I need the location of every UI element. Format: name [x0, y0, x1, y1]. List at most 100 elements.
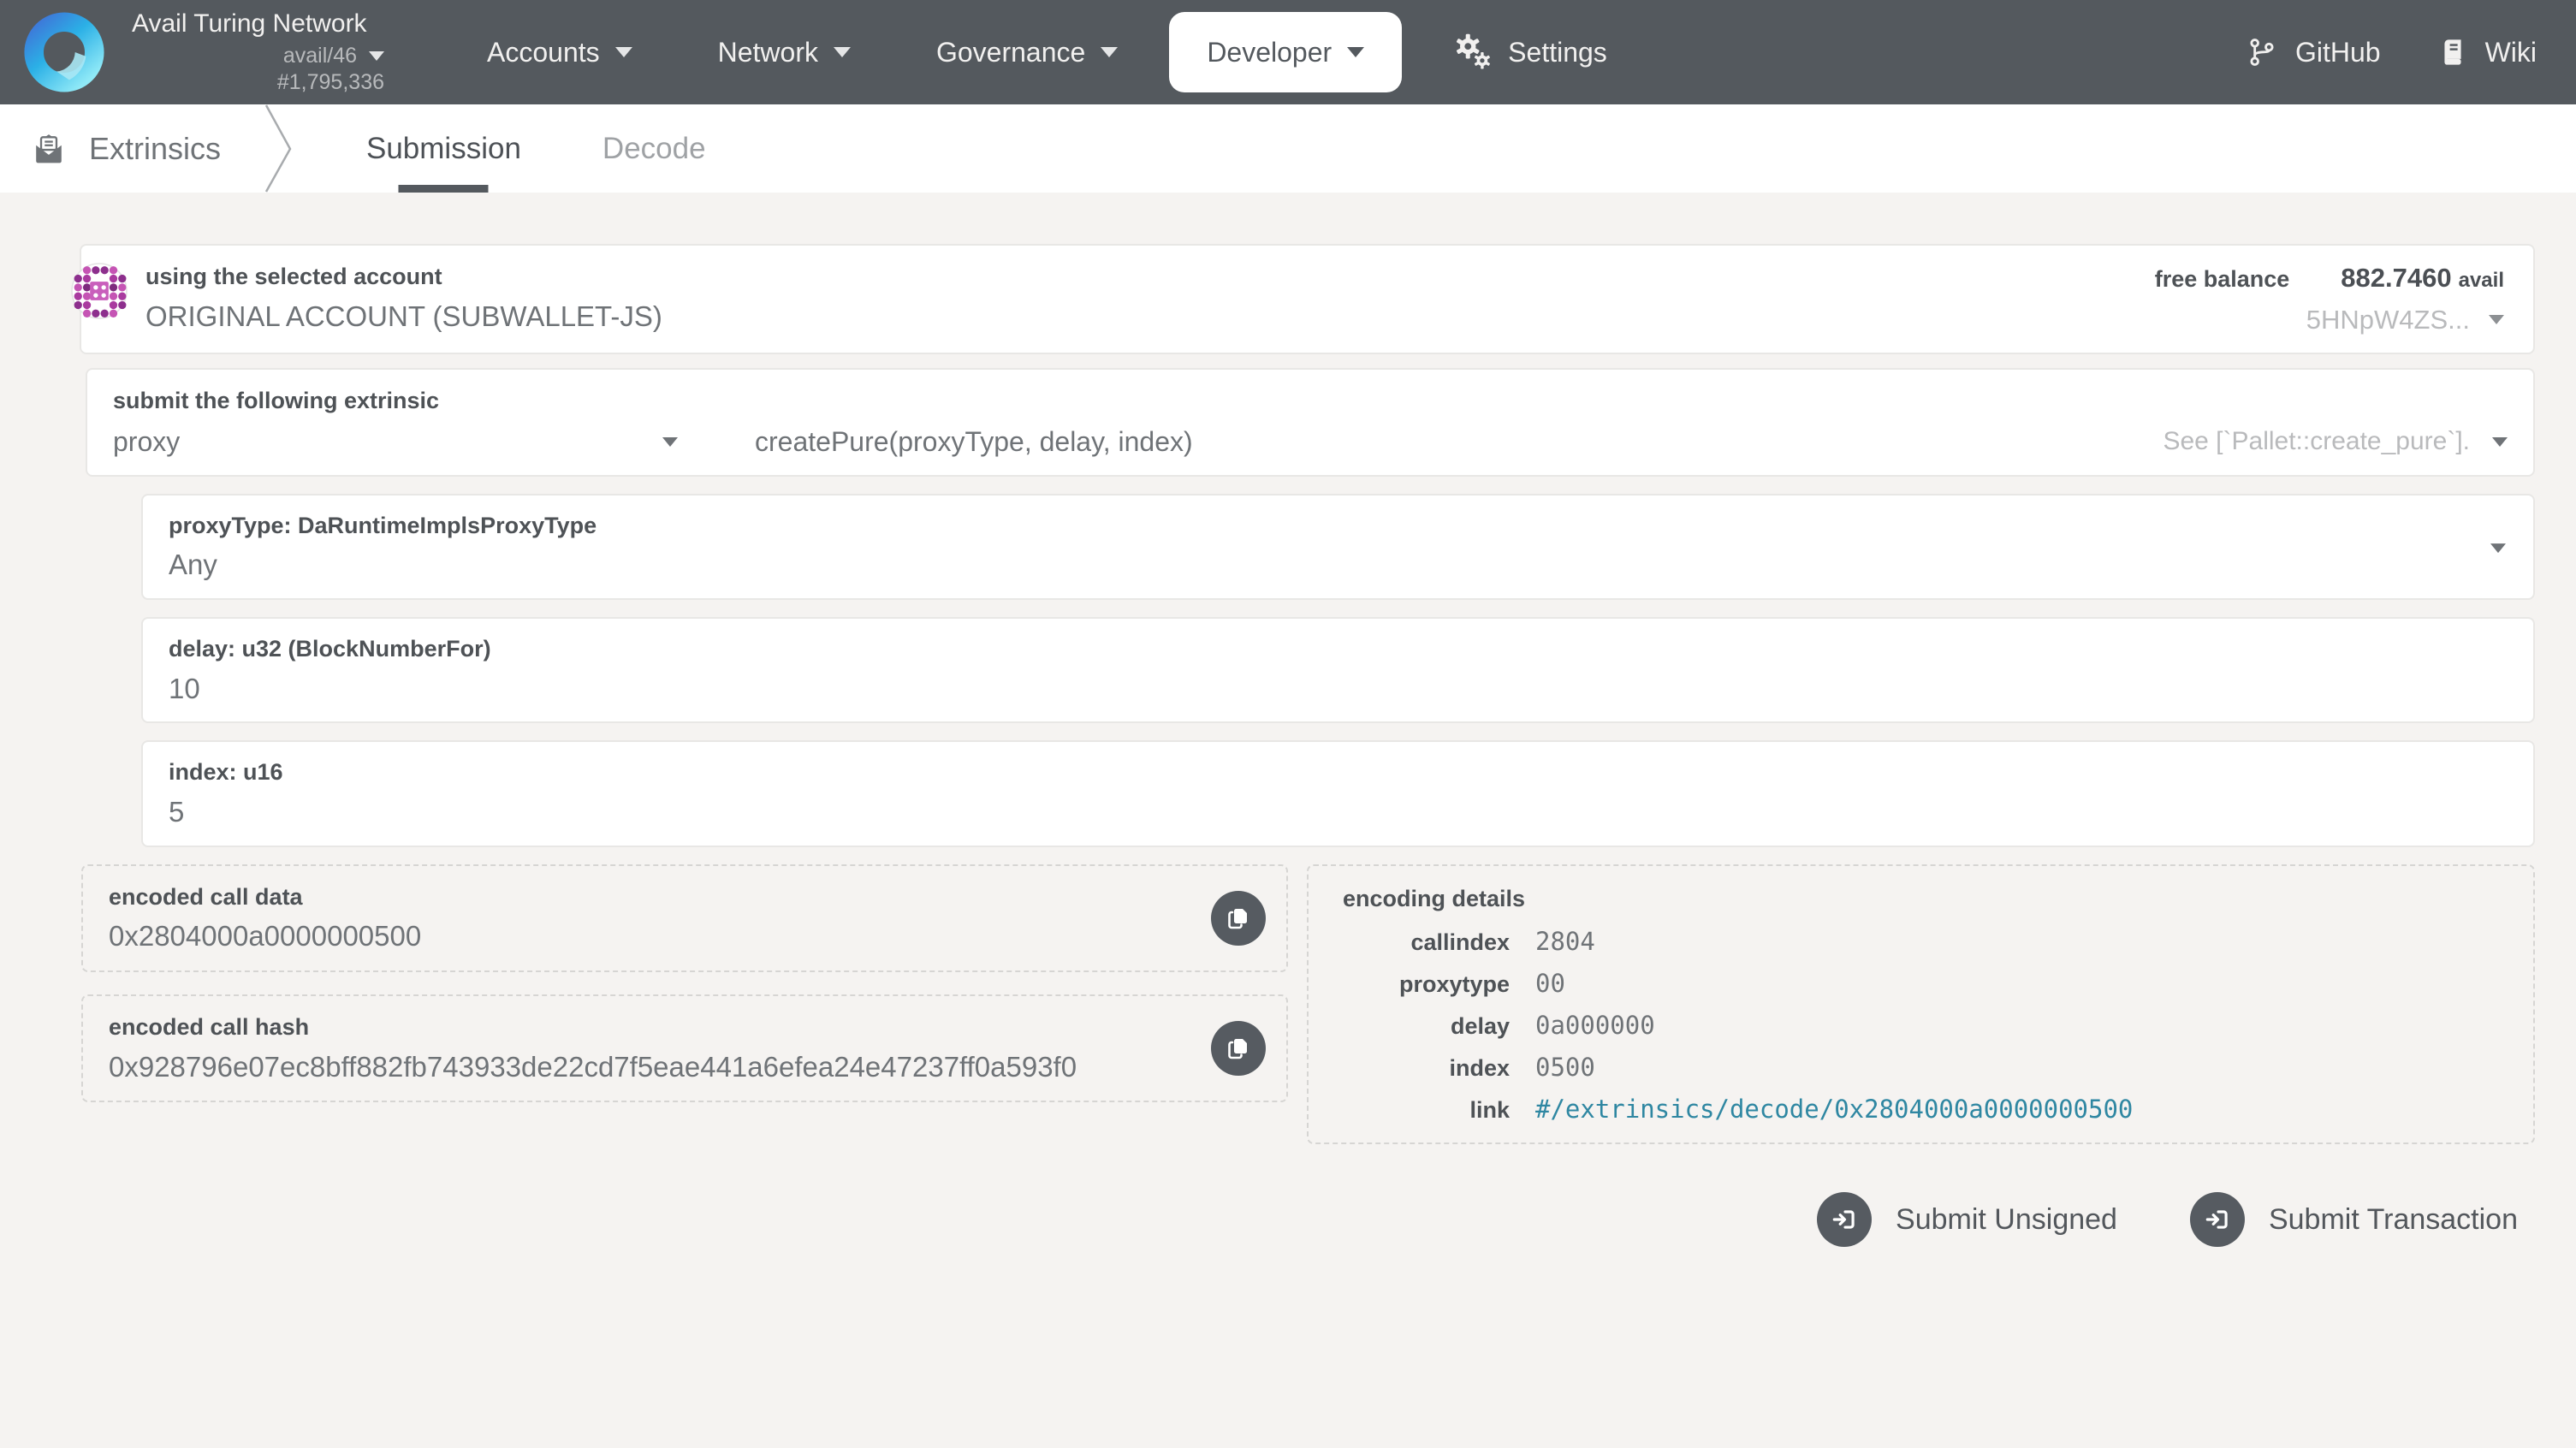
encoded-call-hash-label: encoded call hash — [109, 1013, 1261, 1042]
avail-logo-icon[interactable] — [22, 10, 106, 94]
pallet-select[interactable]: proxy — [113, 426, 678, 458]
free-balance-label: free balance — [2155, 265, 2290, 294]
chevron-down-icon[interactable] — [369, 51, 384, 61]
detail-label-index: index — [1343, 1055, 1510, 1082]
copy-call-data-button[interactable] — [1211, 891, 1266, 946]
book-icon — [2437, 37, 2468, 68]
param-value[interactable]: Any — [169, 548, 2508, 582]
chevron-down-icon[interactable] — [2490, 543, 2506, 553]
chain-spec: avail/46 — [283, 44, 357, 68]
nav-label: Network — [718, 37, 818, 68]
main-nav: Accounts Network Governance Developer — [444, 0, 1650, 104]
nav-item-governance[interactable]: Governance — [893, 0, 1160, 104]
selected-account-card[interactable]: using the selected account ORIGINAL ACCO… — [80, 244, 2535, 354]
section-extrinsics: Extrinsics — [0, 104, 257, 193]
account-info: using the selected account ORIGINAL ACCO… — [145, 263, 662, 335]
encoded-section: encoded call data 0x2804000a0000000500 e… — [81, 864, 2535, 1145]
section-title: Extrinsics — [89, 131, 221, 167]
param-delay[interactable]: delay: u32 (BlockNumberFor) 10 — [141, 617, 2535, 723]
nav-item-settings[interactable]: Settings — [1410, 0, 1650, 104]
nav-item-developer[interactable]: Developer — [1169, 12, 1402, 92]
detail-value-index: 0500 — [1535, 1053, 2499, 1082]
github-link[interactable]: GitHub — [2246, 36, 2381, 68]
balance-unit: avail — [2459, 269, 2504, 292]
param-value[interactable]: 5 — [169, 795, 2508, 829]
copy-icon — [1225, 1035, 1252, 1062]
extrinsic-label: submit the following extrinsic — [113, 387, 2508, 416]
github-label: GitHub — [2295, 37, 2381, 68]
decode-link[interactable]: #/extrinsics/decode/0x2804000a0000000500 — [1535, 1095, 2499, 1124]
tabs: Submission Decode — [366, 104, 706, 193]
method-select[interactable]: createPure(proxyType, delay, index) See … — [755, 426, 2508, 458]
mail-envelope-icon — [33, 133, 65, 165]
submit-actions: Submit Unsigned Submit Transaction — [80, 1192, 2535, 1247]
submit-unsigned-label: Submit Unsigned — [1896, 1203, 2117, 1237]
tab-submission[interactable]: Submission — [366, 104, 521, 193]
encoded-call-data-box: encoded call data 0x2804000a0000000500 — [81, 864, 1288, 972]
chevron-down-icon — [662, 437, 678, 447]
detail-value-delay: 0a000000 — [1535, 1011, 2499, 1040]
extrinsic-selection-card: submit the following extrinsic proxy cre… — [86, 368, 2535, 477]
sign-in-icon — [1817, 1192, 1872, 1247]
copy-icon — [1225, 905, 1252, 932]
encoded-call-hash-box: encoded call hash 0x928796e07ec8bff882fb… — [81, 994, 1288, 1102]
extrinsic-params: proxyType: DaRuntimeImplsProxyType Any d… — [141, 494, 2535, 847]
network-name: Avail Turing Network — [132, 9, 384, 39]
network-info[interactable]: Avail Turing Network avail/46 #1,795,336 — [132, 9, 384, 95]
detail-value-callindex: 2804 — [1535, 927, 2499, 956]
detail-label-link: link — [1343, 1097, 1510, 1124]
param-label: delay: u32 (BlockNumberFor) — [169, 635, 2508, 664]
chevron-down-icon — [2492, 437, 2508, 447]
submit-transaction-label: Submit Transaction — [2269, 1203, 2518, 1237]
git-branch-icon — [2246, 36, 2278, 68]
wiki-link[interactable]: Wiki — [2437, 37, 2537, 68]
gear-icon — [1453, 33, 1493, 72]
wiki-label: Wiki — [2485, 37, 2537, 68]
detail-label-delay: delay — [1343, 1013, 1510, 1040]
account-address-dropdown[interactable]: 5HNpW4ZS... — [2155, 305, 2504, 335]
account-balance-block: free balance 882.7460avail 5HNpW4ZS... — [2155, 263, 2508, 335]
account-address-short: 5HNpW4ZS... — [2306, 305, 2470, 335]
param-label: index: u16 — [169, 758, 2508, 787]
chevron-down-icon — [834, 47, 851, 57]
chevron-down-icon — [2489, 315, 2504, 324]
submit-unsigned-button[interactable]: Submit Unsigned — [1817, 1192, 2117, 1247]
app-window: Avail Turing Network avail/46 #1,795,336… — [0, 0, 2576, 1448]
param-index[interactable]: index: u16 5 — [141, 740, 2535, 846]
account-label: using the selected account — [145, 263, 662, 292]
block-number: #1,795,336 — [277, 70, 384, 95]
pallet-value: proxy — [113, 426, 180, 458]
param-value[interactable]: 10 — [169, 672, 2508, 706]
top-navbar: Avail Turing Network avail/46 #1,795,336… — [0, 0, 2576, 104]
submit-transaction-button[interactable]: Submit Transaction — [2190, 1192, 2518, 1247]
encoding-details-title: encoding details — [1343, 885, 2499, 914]
encoded-call-hash-value: 0x928796e07ec8bff882fb743933de22cd7f5eae… — [109, 1050, 1261, 1084]
copy-call-hash-button[interactable] — [1211, 1021, 1266, 1076]
chevron-down-icon — [1347, 47, 1364, 57]
nav-label: Developer — [1207, 37, 1332, 68]
detail-label-callindex: callindex — [1343, 929, 1510, 956]
account-identicon[interactable] — [71, 263, 128, 319]
free-balance-value: 882.7460avail — [2341, 263, 2504, 294]
chevron-down-icon — [1101, 47, 1118, 57]
nav-item-accounts[interactable]: Accounts — [444, 0, 675, 104]
sign-in-icon — [2190, 1192, 2245, 1247]
account-name: ORIGINAL ACCOUNT (SUBWALLET-JS) — [145, 300, 662, 334]
header-external-links: GitHub Wiki — [2246, 36, 2576, 68]
detail-value-proxytype: 00 — [1535, 969, 2499, 998]
tab-decode[interactable]: Decode — [602, 104, 706, 193]
encoding-details-box: encoding details callindex 2804 proxytyp… — [1307, 864, 2535, 1145]
param-label: proxyType: DaRuntimeImplsProxyType — [169, 512, 2508, 541]
tab-bar: Extrinsics Submission Decode — [0, 104, 2576, 193]
param-proxytype[interactable]: proxyType: DaRuntimeImplsProxyType Any — [141, 494, 2535, 600]
encoded-call-data-label: encoded call data — [109, 883, 1261, 912]
chevron-separator-icon — [257, 104, 300, 193]
chevron-down-icon — [615, 47, 632, 57]
detail-label-proxytype: proxytype — [1343, 971, 1510, 998]
encoded-call-data-value: 0x2804000a0000000500 — [109, 919, 1261, 953]
method-value: createPure(proxyType, delay, index) — [755, 426, 1193, 458]
nav-item-network[interactable]: Network — [675, 0, 893, 104]
page-content: using the selected account ORIGINAL ACCO… — [0, 193, 2576, 1448]
method-doc: See [`Pallet::create_pure`]. — [2163, 427, 2470, 456]
nav-label: Accounts — [487, 37, 600, 68]
